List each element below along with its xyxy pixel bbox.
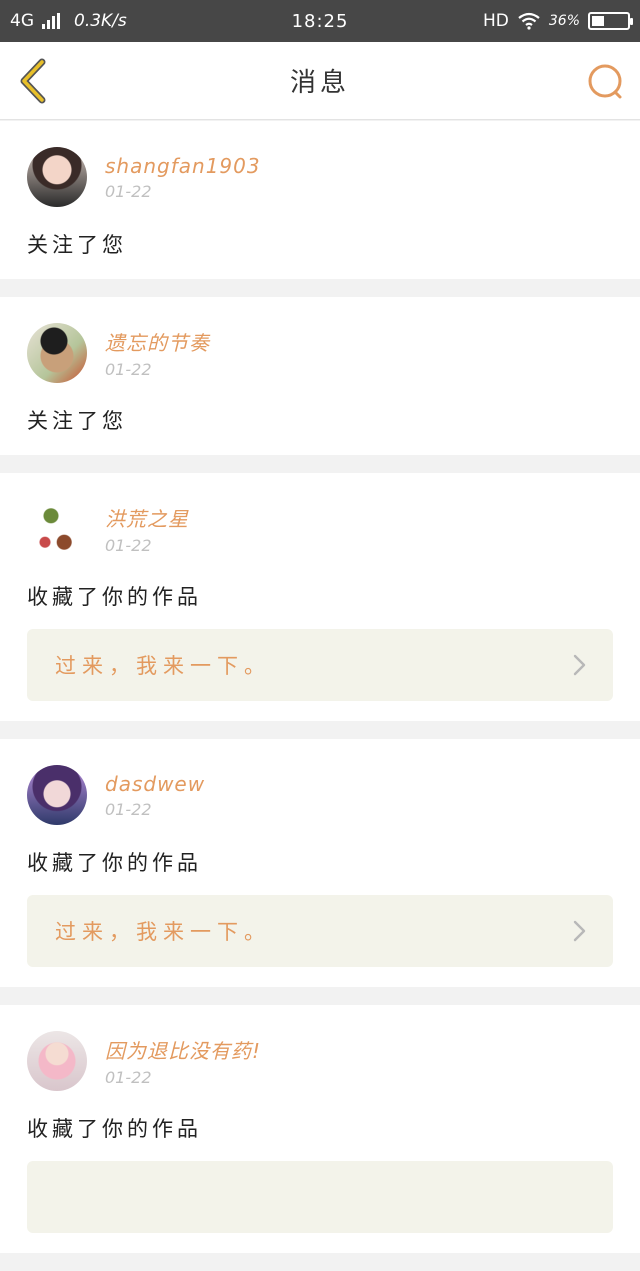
message-action: 收藏了你的作品 bbox=[27, 851, 202, 875]
battery-percent: 36% bbox=[548, 13, 580, 29]
message-action: 收藏了你的作品 bbox=[27, 585, 202, 609]
avatar[interactable] bbox=[27, 323, 87, 383]
work-link[interactable]: 过来，我来一下。 bbox=[27, 629, 613, 701]
message-action: 收藏了你的作品 bbox=[27, 1117, 202, 1141]
chevron-right-icon bbox=[573, 920, 586, 942]
message-header: 因为退比没有药! 01-22 bbox=[27, 1031, 613, 1091]
avatar[interactable] bbox=[27, 765, 87, 825]
status-right: HD 36% ⚡ bbox=[483, 11, 633, 31]
username[interactable]: 因为退比没有药! bbox=[105, 1035, 261, 1064]
message-meta: 洪荒之星 01-22 bbox=[105, 503, 189, 555]
avatar[interactable] bbox=[27, 1031, 87, 1091]
message-date: 01-22 bbox=[105, 1068, 152, 1087]
hd-label: HD bbox=[483, 11, 509, 31]
message-meta: 因为退比没有药! 01-22 bbox=[105, 1035, 261, 1087]
nav-bar: 消息 bbox=[0, 42, 640, 120]
message-header: dasdwew 01-22 bbox=[27, 765, 613, 825]
work-title: 过来，我来一下。 bbox=[55, 920, 271, 944]
message-header: 洪荒之星 01-22 bbox=[27, 499, 613, 559]
username[interactable]: 遗忘的节奏 bbox=[105, 327, 210, 356]
message-list: shangfan1903 01-22 关注了您 遗忘的节奏 01-22 关注了您… bbox=[0, 121, 640, 1271]
network-speed: 0.3K/s bbox=[74, 11, 127, 31]
status-bar: 4G 0.3K/s 18:25 HD 36% ⚡ bbox=[0, 0, 640, 42]
message-meta: shangfan1903 01-22 bbox=[105, 154, 261, 201]
message-date: 01-22 bbox=[105, 799, 152, 819]
wifi-icon bbox=[518, 12, 540, 30]
avatar[interactable] bbox=[27, 147, 87, 207]
network-type: 4G bbox=[10, 11, 34, 31]
message-action: 关注了您 bbox=[27, 233, 127, 257]
search-icon[interactable] bbox=[586, 62, 626, 102]
message-header: 遗忘的节奏 01-22 bbox=[27, 323, 613, 383]
message-card[interactable]: shangfan1903 01-22 关注了您 bbox=[0, 121, 640, 279]
username[interactable]: dasdwew bbox=[105, 772, 205, 796]
message-card[interactable]: 洪荒之星 01-22 收藏了你的作品 过来，我来一下。 bbox=[0, 473, 640, 721]
message-date: 01-22 bbox=[105, 360, 152, 379]
chevron-right-icon bbox=[573, 654, 586, 676]
message-date: 01-22 bbox=[105, 536, 152, 555]
message-meta: dasdwew 01-22 bbox=[105, 772, 205, 819]
status-left: 4G 0.3K/s bbox=[10, 11, 127, 31]
username[interactable]: shangfan1903 bbox=[105, 154, 261, 178]
work-title: 过来，我来一下。 bbox=[55, 654, 271, 678]
battery-icon: ⚡ bbox=[588, 12, 633, 30]
charging-icon: ⚡ bbox=[605, 13, 615, 28]
signal-icon bbox=[42, 13, 60, 29]
message-date: 01-22 bbox=[105, 181, 152, 201]
work-link[interactable]: 过来，我来一下。 bbox=[27, 895, 613, 967]
avatar[interactable] bbox=[27, 499, 87, 559]
back-arrow-icon[interactable] bbox=[16, 58, 52, 104]
battery-fill bbox=[592, 16, 605, 26]
work-link[interactable] bbox=[27, 1161, 613, 1233]
message-meta: 遗忘的节奏 01-22 bbox=[105, 327, 210, 379]
page-title: 消息 bbox=[289, 68, 350, 98]
message-action: 关注了您 bbox=[27, 409, 127, 433]
message-card[interactable]: dasdwew 01-22 收藏了你的作品 过来，我来一下。 bbox=[0, 739, 640, 987]
username[interactable]: 洪荒之星 bbox=[105, 503, 189, 532]
message-header: shangfan1903 01-22 bbox=[27, 147, 613, 207]
message-card[interactable]: 因为退比没有药! 01-22 收藏了你的作品 bbox=[0, 1005, 640, 1253]
message-card[interactable]: 遗忘的节奏 01-22 关注了您 bbox=[0, 297, 640, 455]
